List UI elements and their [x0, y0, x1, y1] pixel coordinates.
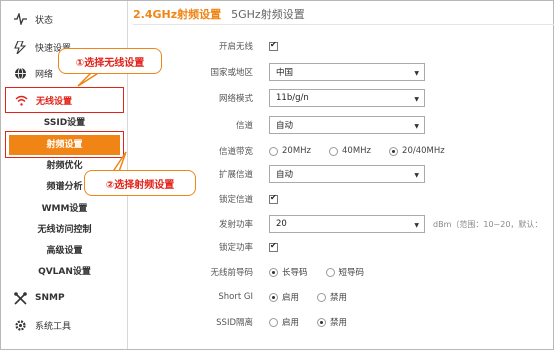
row-ext-channel: 扩展信道 自动 ▼	[133, 164, 553, 184]
lock-channel-checkbox[interactable]	[269, 193, 278, 204]
ssid-isolation-radio-disable[interactable]	[317, 317, 327, 327]
short-gi-radio-disable[interactable]	[317, 292, 327, 302]
sidebar-item-label: SNMP	[35, 293, 65, 303]
sidebar-subitem-advanced[interactable]: 高级设置	[1, 241, 128, 261]
wifi-icon	[14, 93, 28, 107]
radio-label: 20MHz	[282, 146, 312, 156]
sidebar-item-label: 系统工具	[35, 321, 72, 332]
tab-bar: 2.4GHz射频设置 5GHz射频设置	[133, 6, 315, 22]
bandwidth-radio-20[interactable]	[269, 146, 278, 156]
lightning-icon	[13, 40, 27, 54]
select-value: 11b/g/n	[276, 93, 309, 103]
bandwidth-radio-group: 20MHz 40MHz 20/40MHz	[269, 146, 463, 156]
lock-power-checkbox[interactable]	[269, 241, 278, 252]
sidebar-subitem-radio[interactable]: 射频设置	[9, 135, 120, 155]
field-label: 无线前导码	[210, 268, 253, 278]
chevron-down-icon: ▼	[414, 172, 419, 179]
tab-2-4ghz[interactable]: 2.4GHz射频设置	[133, 6, 221, 22]
preamble-radio-long[interactable]	[269, 267, 278, 277]
field-label: Short GI	[218, 292, 253, 302]
sidebar-subitem-qvlan[interactable]: QVLAN设置	[1, 262, 128, 282]
sidebar-subitem-wmm[interactable]: WMM设置	[1, 199, 128, 219]
radio-label: 40MHz	[342, 146, 372, 156]
select-value: 自动	[276, 121, 294, 131]
enable-wireless-checkbox[interactable]	[269, 40, 278, 51]
sidebar-item-snmp[interactable]: SNMP	[1, 285, 128, 311]
row-ssid-isolation: SSID隔离 启用 禁用	[133, 312, 553, 332]
radio-label: 启用	[282, 318, 300, 328]
row-network-mode: 网络模式 11b/g/n ▼	[133, 88, 553, 108]
row-tx-power: 发射功率 20 ▼ dBm（范围：10~20，默认：	[133, 214, 553, 234]
select-value: 20	[276, 219, 287, 229]
sidebar-item-wireless[interactable]: 无线设置	[5, 87, 124, 113]
sidebar-item-status[interactable]: 状态	[1, 6, 128, 32]
globe-icon	[13, 66, 27, 80]
radio-label: 启用	[282, 293, 300, 303]
sidebar-item-label: 网络	[35, 69, 54, 80]
bandwidth-radio-40[interactable]	[329, 146, 339, 156]
field-label: 信道	[235, 121, 253, 131]
field-label: 锁定功率	[218, 243, 253, 253]
preamble-radio-short[interactable]	[325, 267, 335, 277]
field-label: SSID隔离	[216, 318, 253, 328]
tools-icon	[13, 291, 27, 305]
channel-select[interactable]: 自动 ▼	[269, 116, 425, 134]
ssid-isolation-radio-enable[interactable]	[269, 317, 278, 327]
callout-step-2: ②选择射频设置	[84, 170, 196, 196]
radio-label: 禁用	[330, 318, 348, 328]
sidebar-item-label: 无线设置	[36, 96, 73, 107]
row-country: 国家或地区 中国 ▼	[133, 62, 553, 82]
field-label: 信道带宽	[218, 147, 253, 157]
tab-divider	[133, 24, 554, 25]
radio-label: 短导码	[338, 268, 365, 278]
chevron-down-icon: ▼	[414, 123, 419, 130]
gear-icon	[13, 318, 27, 332]
bandwidth-radio-20-40[interactable]	[389, 146, 399, 156]
network-mode-select[interactable]: 11b/g/n ▼	[269, 89, 425, 107]
row-lock-power: 锁定功率	[133, 237, 553, 257]
row-bandwidth: 信道带宽 20MHz 40MHz 20/40MHz	[133, 141, 553, 161]
sidebar-item-system-tools[interactable]: 系统工具	[1, 312, 128, 338]
sidebar-subitem-access-control[interactable]: 无线访问控制	[1, 220, 128, 240]
select-value: 中国	[276, 68, 294, 78]
pulse-icon	[13, 12, 27, 26]
ext-channel-select[interactable]: 自动 ▼	[269, 165, 425, 183]
select-value: 自动	[276, 170, 294, 180]
row-lock-channel: 锁定信道	[133, 189, 553, 209]
radio-label: 禁用	[330, 293, 348, 303]
field-label: 发射功率	[218, 220, 253, 230]
row-preamble: 无线前导码 长导码 短导码	[133, 262, 553, 282]
tx-power-hint: dBm（范围：10~20，默认：	[433, 219, 543, 229]
preamble-radio-group: 长导码 短导码	[269, 266, 382, 278]
sidebar-item-label: 状态	[35, 15, 54, 26]
field-label: 网络模式	[218, 94, 253, 104]
short-gi-radio-group: 启用 禁用	[269, 291, 365, 303]
row-short-gi: Short GI 启用 禁用	[133, 287, 553, 307]
tab-5ghz[interactable]: 5GHz射频设置	[231, 6, 305, 22]
ssid-isolation-radio-group: 启用 禁用	[269, 316, 365, 328]
chevron-down-icon: ▼	[414, 222, 419, 229]
radio-label: 长导码	[282, 268, 308, 278]
chevron-down-icon: ▼	[414, 96, 419, 103]
callout-step-1: ①选择无线设置	[58, 48, 162, 74]
row-enable-wireless: 开启无线	[133, 36, 553, 56]
country-select[interactable]: 中国 ▼	[269, 63, 425, 81]
radio-label: 20/40MHz	[402, 146, 445, 156]
sidebar-subitem-ssid[interactable]: SSID设置	[1, 113, 128, 133]
chevron-down-icon: ▼	[414, 70, 419, 77]
short-gi-radio-enable[interactable]	[269, 292, 278, 302]
row-channel: 信道 自动 ▼	[133, 115, 553, 135]
tx-power-select[interactable]: 20 ▼	[269, 215, 425, 233]
